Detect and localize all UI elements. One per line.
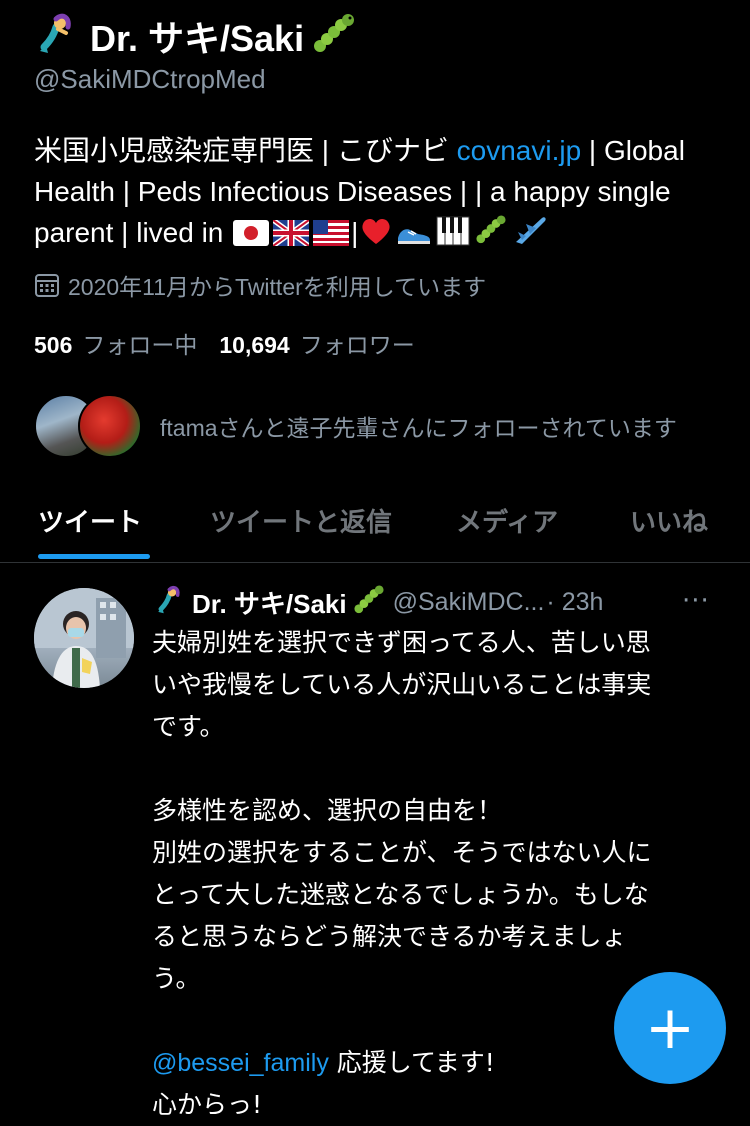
piano-icon bbox=[436, 216, 470, 257]
profile-bio: 米国小児感染症専門医 | こびナビ covnavi.jp | Global He… bbox=[34, 130, 724, 257]
heart-icon bbox=[360, 216, 392, 257]
caterpillar-icon bbox=[353, 584, 385, 620]
followers-link[interactable]: 10,694 フォロワー bbox=[219, 326, 414, 360]
joined-date: 2020年11月からTwitterを利用しています bbox=[34, 268, 486, 302]
compose-tweet-button[interactable]: + bbox=[614, 972, 726, 1084]
tweet-line: とって大した迷惑となるでしょうか。もしな bbox=[152, 880, 649, 909]
followed-by-avatars bbox=[34, 394, 144, 458]
tweet-line: です。 bbox=[152, 712, 225, 741]
caterpillar-icon bbox=[474, 214, 508, 257]
tweet-author-name[interactable]: Dr. サキ/Saki bbox=[192, 584, 347, 621]
flag-japan-icon bbox=[233, 216, 270, 257]
mermaid-icon bbox=[154, 584, 186, 620]
followers-count: 10,694 bbox=[219, 332, 290, 358]
profile-name-row: Dr. サキ/Saki bbox=[32, 8, 358, 64]
joined-text: 2020年11月からTwitterを利用しています bbox=[68, 274, 487, 300]
follow-stats: 506 フォロー中 10,694 フォロワー bbox=[34, 326, 415, 360]
tweet-time[interactable]: · 23h bbox=[546, 588, 603, 617]
followed-by[interactable]: ftamaさんと遠子先輩さんにフォローされています bbox=[34, 394, 677, 458]
tweet-line: 夫婦別姓を選択できず困ってる人、苦しい思 bbox=[152, 628, 651, 657]
tab-likes[interactable]: いいね bbox=[630, 502, 708, 539]
avatar bbox=[78, 394, 142, 458]
tweet-line: 別姓の選択をすることが、そうではない人に bbox=[152, 838, 652, 867]
profile-handle: @SakiMDCtropMed bbox=[34, 64, 266, 94]
tweet-header: Dr. サキ/Saki @SakiMDC... · 23h bbox=[152, 582, 603, 622]
sneaker-icon bbox=[396, 216, 432, 257]
flag-usa-icon bbox=[313, 216, 350, 257]
bio-text: 米国小児感染症専門医 | こびナビ bbox=[34, 135, 457, 166]
following-label: フォロー中 bbox=[82, 332, 198, 358]
following-link[interactable]: 506 フォロー中 bbox=[34, 326, 197, 360]
tab-tweets[interactable]: ツイート bbox=[38, 502, 142, 539]
tweet-line: いや我慢をしている人が沢山いることは事実 bbox=[152, 670, 652, 699]
plus-icon: + bbox=[644, 993, 696, 1063]
tweet-author-avatar[interactable] bbox=[34, 588, 134, 688]
tweet-line: ると思うならどう解決できるか考えましょ bbox=[152, 922, 627, 951]
tweet-more-button[interactable]: ··· bbox=[682, 586, 710, 616]
flag-uk-icon bbox=[271, 216, 311, 257]
active-tab-indicator bbox=[38, 554, 150, 559]
tab-tweets-and-replies[interactable]: ツイートと返信 bbox=[210, 502, 392, 539]
tweet-author-handle[interactable]: @SakiMDC... bbox=[393, 588, 545, 617]
tab-media[interactable]: メディア bbox=[456, 502, 558, 539]
calendar-icon bbox=[35, 274, 59, 297]
tweet-mention-suffix: 応援してます! bbox=[328, 1048, 495, 1077]
tweet-line: 多様性を認め、選択の自由を！ bbox=[152, 796, 503, 825]
tweet-mention[interactable]: @bessei_family bbox=[152, 1049, 329, 1077]
tweet-line: 心からっ! bbox=[152, 1090, 263, 1119]
followed-by-text: ftamaさんと遠子先輩さんにフォローされています bbox=[160, 415, 677, 441]
bio-link[interactable]: covnavi.jp bbox=[457, 135, 582, 166]
airplane-icon bbox=[512, 214, 548, 257]
tweet-line-blank bbox=[152, 748, 722, 790]
caterpillar-icon bbox=[312, 12, 356, 60]
profile-display-name: Dr. サキ/Saki bbox=[90, 18, 305, 59]
mermaid-icon bbox=[34, 11, 80, 61]
profile-tabs: ツイート ツイートと返信 メディア いいね bbox=[0, 492, 750, 563]
followers-label: フォロワー bbox=[299, 332, 415, 358]
following-count: 506 bbox=[34, 332, 73, 358]
